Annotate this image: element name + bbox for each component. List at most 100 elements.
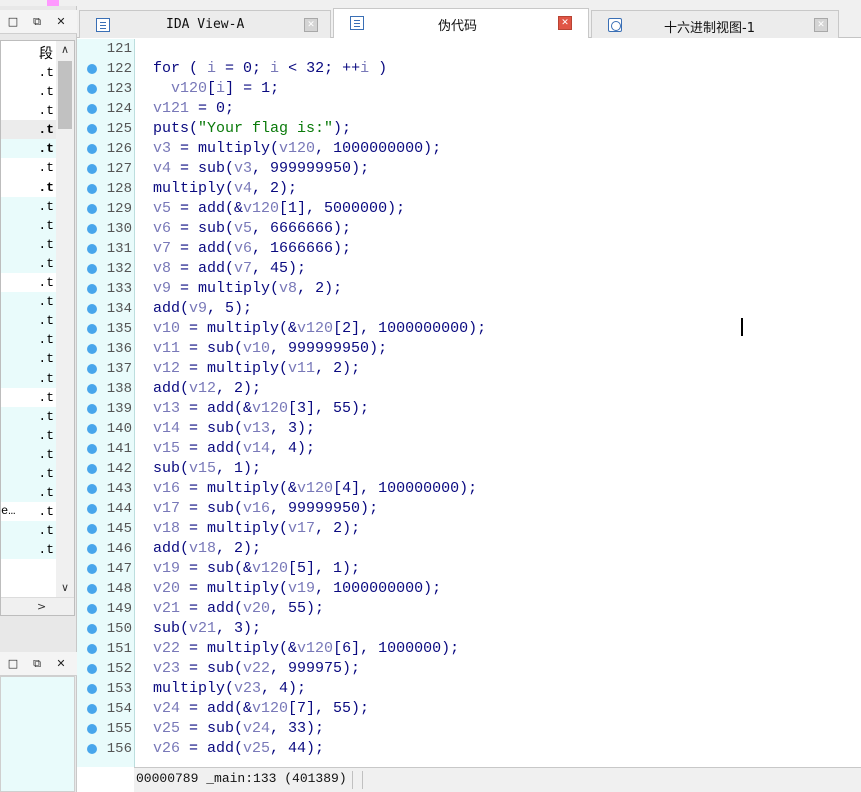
code-line[interactable]: 130 v6 = sub(v5, 6666666);	[77, 219, 861, 239]
code-line[interactable]: 148 v20 = multiply(v19, 1000000000);	[77, 579, 861, 599]
segment-row[interactable]: .t	[1, 178, 56, 197]
breakpoint-dot-icon[interactable]	[87, 684, 97, 694]
segment-row[interactable]: .t	[1, 82, 56, 101]
scroll-down-icon[interactable]: ∨	[56, 579, 74, 597]
code-line[interactable]: 141 v15 = add(v14, 4);	[77, 439, 861, 459]
breakpoint-dot-icon[interactable]	[87, 444, 97, 454]
breakpoint-dot-icon[interactable]	[87, 524, 97, 534]
breakpoint-dot-icon[interactable]	[87, 84, 97, 94]
segment-row[interactable]: .t	[1, 101, 56, 120]
tab-pseudocode[interactable]: 伪代码 ✕	[333, 8, 589, 38]
segment-row[interactable]: .t	[1, 158, 56, 177]
code-line[interactable]: 129 v5 = add(&v120[1], 5000000);	[77, 199, 861, 219]
segment-row[interactable]: .t	[1, 215, 56, 235]
code-line[interactable]: 137 v12 = multiply(v11, 2);	[77, 359, 861, 379]
code-line[interactable]: 150 sub(v21, 3);	[77, 619, 861, 639]
segment-row[interactable]: .t	[1, 139, 56, 159]
segment-row[interactable]: .t	[1, 540, 56, 560]
code-line[interactable]: 125 puts("Your flag is:");	[77, 119, 861, 139]
segment-row[interactable]: .t	[1, 253, 56, 274]
segment-row[interactable]: .t	[1, 368, 56, 388]
code-line[interactable]: 121	[77, 39, 861, 59]
segment-row[interactable]: .t	[1, 330, 56, 350]
segments-list[interactable]: 段 .t .t .t .t .t .t .t .t .t .t .t .t .t .t .t .t .t .t .t…	[0, 40, 75, 616]
segment-row[interactable]: .t	[1, 425, 56, 445]
scroll-up-icon[interactable]: ∧	[56, 41, 74, 59]
breakpoint-dot-icon[interactable]	[87, 604, 97, 614]
breakpoint-dot-icon[interactable]	[87, 424, 97, 434]
breakpoint-dot-icon[interactable]	[87, 564, 97, 574]
segment-row[interactable]: .t	[1, 311, 56, 331]
breakpoint-dot-icon[interactable]	[87, 704, 97, 714]
breakpoint-dot-icon[interactable]	[87, 284, 97, 294]
breakpoint-dot-icon[interactable]	[87, 584, 97, 594]
code-line[interactable]: 135 v10 = multiply(&v120[2], 1000000000);	[77, 319, 861, 339]
breakpoint-dot-icon[interactable]	[87, 224, 97, 234]
maximize-window-button[interactable]: □	[6, 15, 20, 29]
code-line[interactable]: 140 v14 = sub(v13, 3);	[77, 419, 861, 439]
segment-row[interactable]: .t	[1, 444, 56, 464]
close-window-button[interactable]: ✕	[54, 15, 68, 29]
breakpoint-dot-icon[interactable]	[87, 244, 97, 254]
code-line[interactable]: 151 v22 = multiply(&v120[6], 1000000);	[77, 639, 861, 659]
breakpoint-dot-icon[interactable]	[87, 324, 97, 334]
close-icon[interactable]: ✕	[304, 18, 318, 32]
breakpoint-dot-icon[interactable]	[87, 464, 97, 474]
code-line[interactable]: 142 sub(v15, 1);	[77, 459, 861, 479]
segment-row[interactable]: .t	[1, 120, 56, 140]
close-icon[interactable]: ✕	[814, 18, 828, 32]
close-window-button[interactable]: ✕	[54, 657, 68, 671]
float-window-button[interactable]: ⧉	[30, 15, 44, 29]
code-line[interactable]: 154 v24 = add(&v120[7], 55);	[77, 699, 861, 719]
breakpoint-dot-icon[interactable]	[87, 64, 97, 74]
code-line[interactable]: 134 add(v9, 5);	[77, 299, 861, 319]
segment-row[interactable]: .t	[1, 463, 56, 484]
code-line[interactable]: 124 v121 = 0;	[77, 99, 861, 119]
breakpoint-dot-icon[interactable]	[87, 484, 97, 494]
breakpoint-dot-icon[interactable]	[87, 544, 97, 554]
breakpoint-dot-icon[interactable]	[87, 404, 97, 414]
breakpoint-dot-icon[interactable]	[87, 384, 97, 394]
segment-row[interactable]: .t	[1, 521, 56, 541]
code-line[interactable]: 143 v16 = multiply(&v120[4], 100000000);	[77, 479, 861, 499]
breakpoint-dot-icon[interactable]	[87, 104, 97, 114]
segment-row[interactable]: .t	[1, 388, 56, 407]
segment-row[interactable]: .t	[1, 406, 56, 426]
code-line[interactable]: 145 v18 = multiply(v17, 2);	[77, 519, 861, 539]
code-line[interactable]: 131 v7 = add(v6, 1666666);	[77, 239, 861, 259]
code-line[interactable]: 122 for ( i = 0; i < 32; ++i )	[77, 59, 861, 79]
code-line[interactable]: 128 multiply(v4, 2);	[77, 179, 861, 199]
code-line[interactable]: 126 v3 = multiply(v120, 1000000000);	[77, 139, 861, 159]
segment-row[interactable]: e… .t	[1, 502, 56, 521]
code-line[interactable]: 144 v17 = sub(v16, 99999950);	[77, 499, 861, 519]
segment-row[interactable]: .t	[1, 273, 56, 292]
tab-hex-view-1[interactable]: 十六进制视图-1 ✕	[591, 10, 839, 38]
breakpoint-dot-icon[interactable]	[87, 304, 97, 314]
segment-row[interactable]: .t	[1, 234, 56, 254]
code-line[interactable]: 153 multiply(v23, 4);	[77, 679, 861, 699]
breakpoint-dot-icon[interactable]	[87, 624, 97, 634]
segment-row[interactable]: .t	[1, 63, 56, 82]
code-line[interactable]: 146 add(v18, 2);	[77, 539, 861, 559]
horizontal-scrollbar[interactable]: >	[1, 597, 74, 615]
breakpoint-dot-icon[interactable]	[87, 504, 97, 514]
code-line[interactable]: 133 v9 = multiply(v8, 2);	[77, 279, 861, 299]
close-icon[interactable]: ✕	[558, 16, 572, 30]
float-window-button[interactable]: ⧉	[30, 657, 44, 671]
segment-row[interactable]: .t	[1, 292, 56, 312]
segment-row[interactable]: .t	[1, 483, 56, 503]
maximize-window-button[interactable]: □	[6, 657, 20, 671]
breakpoint-dot-icon[interactable]	[87, 664, 97, 674]
segment-row[interactable]: .t	[1, 196, 56, 216]
breakpoint-dot-icon[interactable]	[87, 724, 97, 734]
breakpoint-dot-icon[interactable]	[87, 124, 97, 134]
breakpoint-dot-icon[interactable]	[87, 144, 97, 154]
breakpoint-dot-icon[interactable]	[87, 744, 97, 754]
segment-row[interactable]: .t	[1, 349, 56, 369]
code-line[interactable]: 155 v25 = sub(v24, 33);	[77, 719, 861, 739]
breakpoint-dot-icon[interactable]	[87, 264, 97, 274]
code-line[interactable]: 136 v11 = sub(v10, 999999950);	[77, 339, 861, 359]
breakpoint-dot-icon[interactable]	[87, 364, 97, 374]
code-line[interactable]: 149 v21 = add(v20, 55);	[77, 599, 861, 619]
breakpoint-dot-icon[interactable]	[87, 344, 97, 354]
